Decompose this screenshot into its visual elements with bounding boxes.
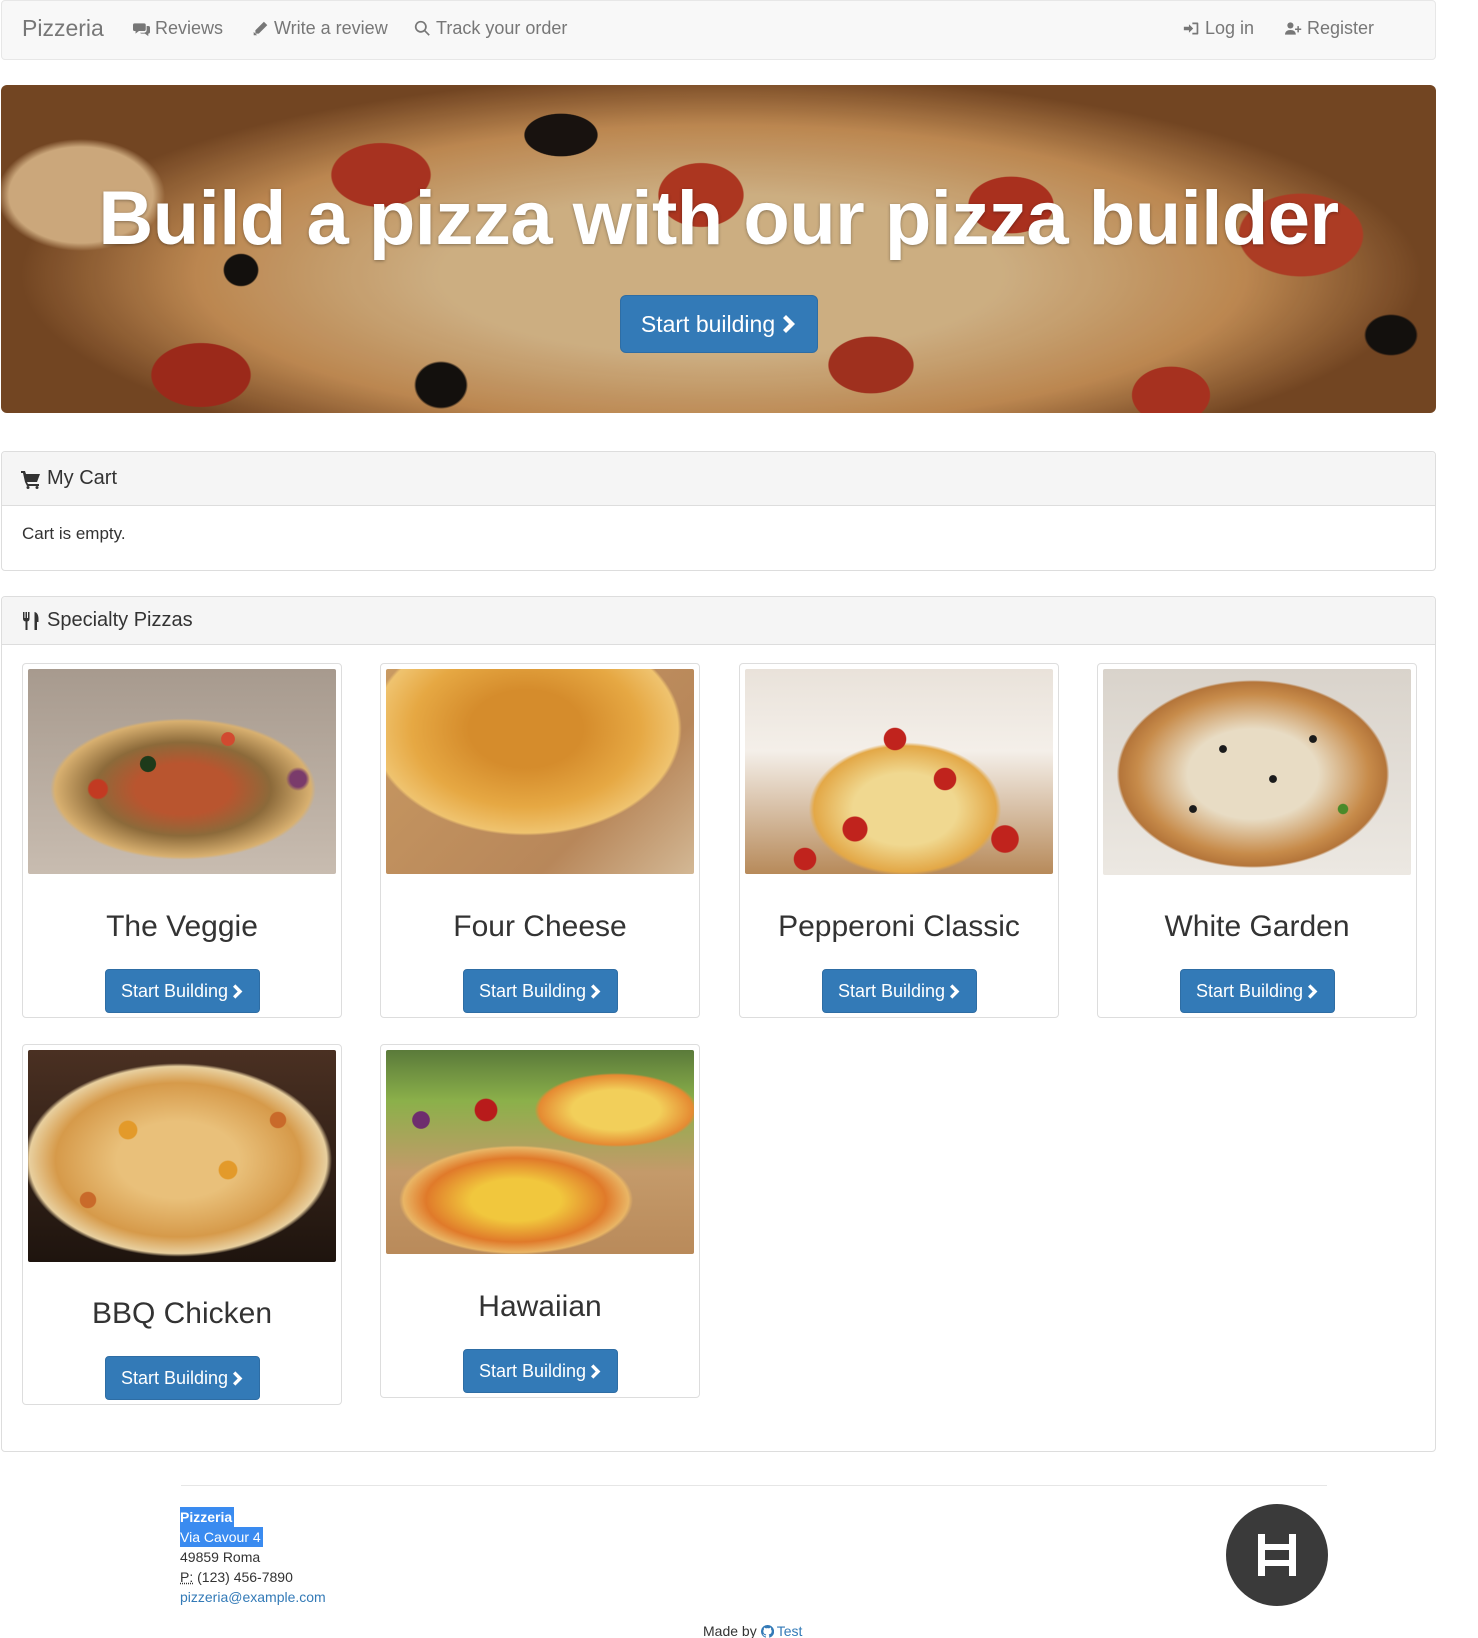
pizza-card: Pepperoni Classic Start Building	[739, 663, 1059, 1018]
start-building-button-hawaiian[interactable]: Start Building	[463, 1349, 618, 1393]
pizza-card: White Garden Start Building	[1097, 663, 1417, 1018]
github-icon	[761, 1625, 774, 1638]
cutlery-icon	[21, 611, 41, 631]
chevron-right-icon	[591, 984, 602, 999]
footer-email-link[interactable]: pizzeria@example.com	[180, 1589, 326, 1605]
nav-log-in[interactable]: Log in	[1183, 18, 1254, 39]
cart-heading-title: My Cart	[47, 467, 117, 490]
chevron-right-icon	[950, 984, 961, 999]
footer-phone: (123) 456-7890	[197, 1569, 293, 1585]
pizza-card: Hawaiian Start Building	[380, 1044, 700, 1398]
top-navbar: Pizzeria Reviews Write a review Track yo…	[1, 0, 1436, 60]
pizza-image-bbq-chicken	[28, 1050, 336, 1262]
made-by-credit: Made by Test	[703, 1623, 802, 1638]
hero-start-building-button[interactable]: Start building	[620, 295, 818, 353]
search-icon	[414, 20, 431, 37]
chevron-right-icon	[233, 1371, 244, 1386]
pizza-image-pepperoni-classic	[745, 669, 1053, 874]
specialty-panel-heading: Specialty Pizzas	[2, 597, 1435, 645]
nav-reviews[interactable]: Reviews	[133, 18, 223, 39]
pizza-name: White Garden	[1098, 910, 1416, 944]
nav-write-review-label: Write a review	[274, 18, 388, 39]
specialty-heading-title: Specialty Pizzas	[47, 609, 193, 632]
pizza-name: BBQ Chicken	[23, 1297, 341, 1331]
nav-reviews-label: Reviews	[155, 18, 223, 39]
log-in-icon	[1183, 20, 1200, 37]
nav-log-in-label: Log in	[1205, 18, 1254, 39]
pizza-name: The Veggie	[23, 910, 341, 944]
pizza-image-the-veggie	[28, 669, 336, 874]
start-building-label: Start Building	[838, 981, 945, 1002]
nav-write-review[interactable]: Write a review	[252, 18, 388, 39]
pencil-icon	[252, 20, 269, 37]
start-building-label: Start Building	[121, 1368, 228, 1389]
start-building-button-bbq-chicken[interactable]: Start Building	[105, 1356, 260, 1400]
chevron-right-icon	[591, 1364, 602, 1379]
pizza-image-white-garden	[1103, 669, 1411, 875]
pizza-card: BBQ Chicken Start Building	[22, 1044, 342, 1405]
start-building-label: Start Building	[479, 981, 586, 1002]
footer-city: 49859 Roma	[180, 1549, 260, 1565]
start-building-label: Start Building	[1196, 981, 1303, 1002]
footer-logo[interactable]	[1226, 1504, 1328, 1606]
nav-register-label: Register	[1307, 18, 1374, 39]
footer-company-name: Pizzeria	[180, 1507, 234, 1527]
chevron-right-icon	[1308, 984, 1319, 999]
start-building-button-pepperoni-classic[interactable]: Start Building	[822, 969, 977, 1013]
specialty-pizzas-panel: Specialty Pizzas The Veggie Start Buildi…	[1, 596, 1436, 1452]
nav-register[interactable]: Register	[1285, 18, 1374, 39]
start-building-button-four-cheese[interactable]: Start Building	[463, 969, 618, 1013]
pizza-image-hawaiian	[386, 1050, 694, 1254]
start-building-button-white-garden[interactable]: Start Building	[1180, 969, 1335, 1013]
pizza-name: Hawaiian	[381, 1290, 699, 1324]
user-add-icon	[1285, 20, 1302, 37]
made-by-link-label: Test	[777, 1623, 803, 1638]
start-building-button-the-veggie[interactable]: Start Building	[105, 969, 260, 1013]
start-building-label: Start Building	[479, 1361, 586, 1382]
footer-divider	[181, 1485, 1327, 1486]
start-building-label: Start Building	[121, 981, 228, 1002]
footer-address: Pizzeria Via Cavour 4 49859 Roma P: (123…	[180, 1507, 326, 1607]
pizza-name: Pepperoni Classic	[740, 910, 1058, 944]
cart-panel: My Cart Cart is empty.	[1, 451, 1436, 571]
brand-link[interactable]: Pizzeria	[22, 15, 104, 42]
shopping-cart-icon	[21, 469, 41, 489]
h-logo-icon	[1252, 1530, 1302, 1580]
nav-track-order[interactable]: Track your order	[414, 18, 567, 39]
hero-jumbotron: Build a pizza with our pizza builder Sta…	[1, 85, 1436, 413]
cart-panel-heading: My Cart	[2, 452, 1435, 506]
pizza-card: Four Cheese Start Building	[380, 663, 700, 1018]
chevron-right-icon	[233, 984, 244, 999]
nav-track-order-label: Track your order	[436, 18, 567, 39]
pizza-name: Four Cheese	[381, 910, 699, 944]
footer-street: Via Cavour 4	[180, 1527, 263, 1547]
footer-phone-abbr: P:	[180, 1569, 193, 1585]
made-by-link[interactable]: Test	[761, 1623, 803, 1638]
chevron-right-icon	[783, 315, 797, 333]
cart-empty-message: Cart is empty.	[2, 506, 1435, 562]
pizza-card: The Veggie Start Building	[22, 663, 342, 1018]
comments-icon	[133, 20, 150, 37]
hero-title: Build a pizza with our pizza builder	[1, 175, 1436, 262]
made-by-text: Made by	[703, 1623, 757, 1638]
hero-button-label: Start building	[641, 311, 775, 338]
pizza-image-four-cheese	[386, 669, 694, 874]
